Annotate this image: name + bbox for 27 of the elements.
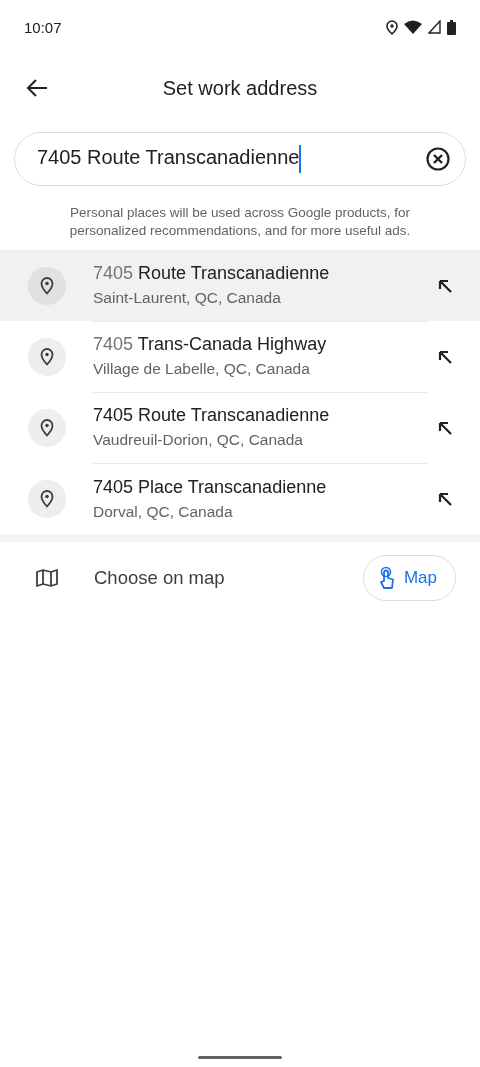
suggestion-title: 7405 Place Transcanadienne <box>93 476 328 498</box>
privacy-notice: Personal places will be used across Google products, for personalized recommendations, and for more useful ads. <box>68 204 412 240</box>
arrow-icon <box>438 491 452 506</box>
arrow-icon <box>438 278 452 293</box>
clock: 10:07 <box>24 18 62 36</box>
suggestion-title: 7405 Route Transcanadienne <box>93 405 331 426</box>
clear-icon <box>425 146 451 172</box>
suggestion-title: 7405 Trans-Canada Highway <box>93 334 328 355</box>
suggestion-place: Vaudreuil-Dorion, QC, Canada <box>93 431 304 449</box>
location-icon <box>386 19 398 35</box>
suggestion-place: Village de Labelle, QC, Canada <box>93 360 311 378</box>
suggestion-place: Dorval, QC, Canada <box>93 502 234 521</box>
tap-icon <box>377 566 396 590</box>
map-icon <box>36 569 58 587</box>
battery-icon <box>447 19 456 35</box>
clear-button[interactable] <box>425 146 451 172</box>
back-arrow-icon <box>26 79 48 97</box>
screen-title: Set work address <box>162 76 318 100</box>
signal-icon <box>428 20 441 34</box>
suggestion-row[interactable]: 7405 Route Transcanadienne Saint-Laurent, QC, Canada <box>0 250 480 321</box>
suggestion-title: 7405 Route Transcanadienne <box>93 263 331 284</box>
arrow-icon <box>438 349 452 364</box>
choose-on-map-label: Choose on map <box>94 567 226 589</box>
wifi-icon <box>404 20 422 34</box>
map-button[interactable]: Map <box>362 555 456 601</box>
arrow-icon <box>438 420 452 435</box>
suggestion-place: Saint-Laurent, QC, Canada <box>93 289 282 307</box>
